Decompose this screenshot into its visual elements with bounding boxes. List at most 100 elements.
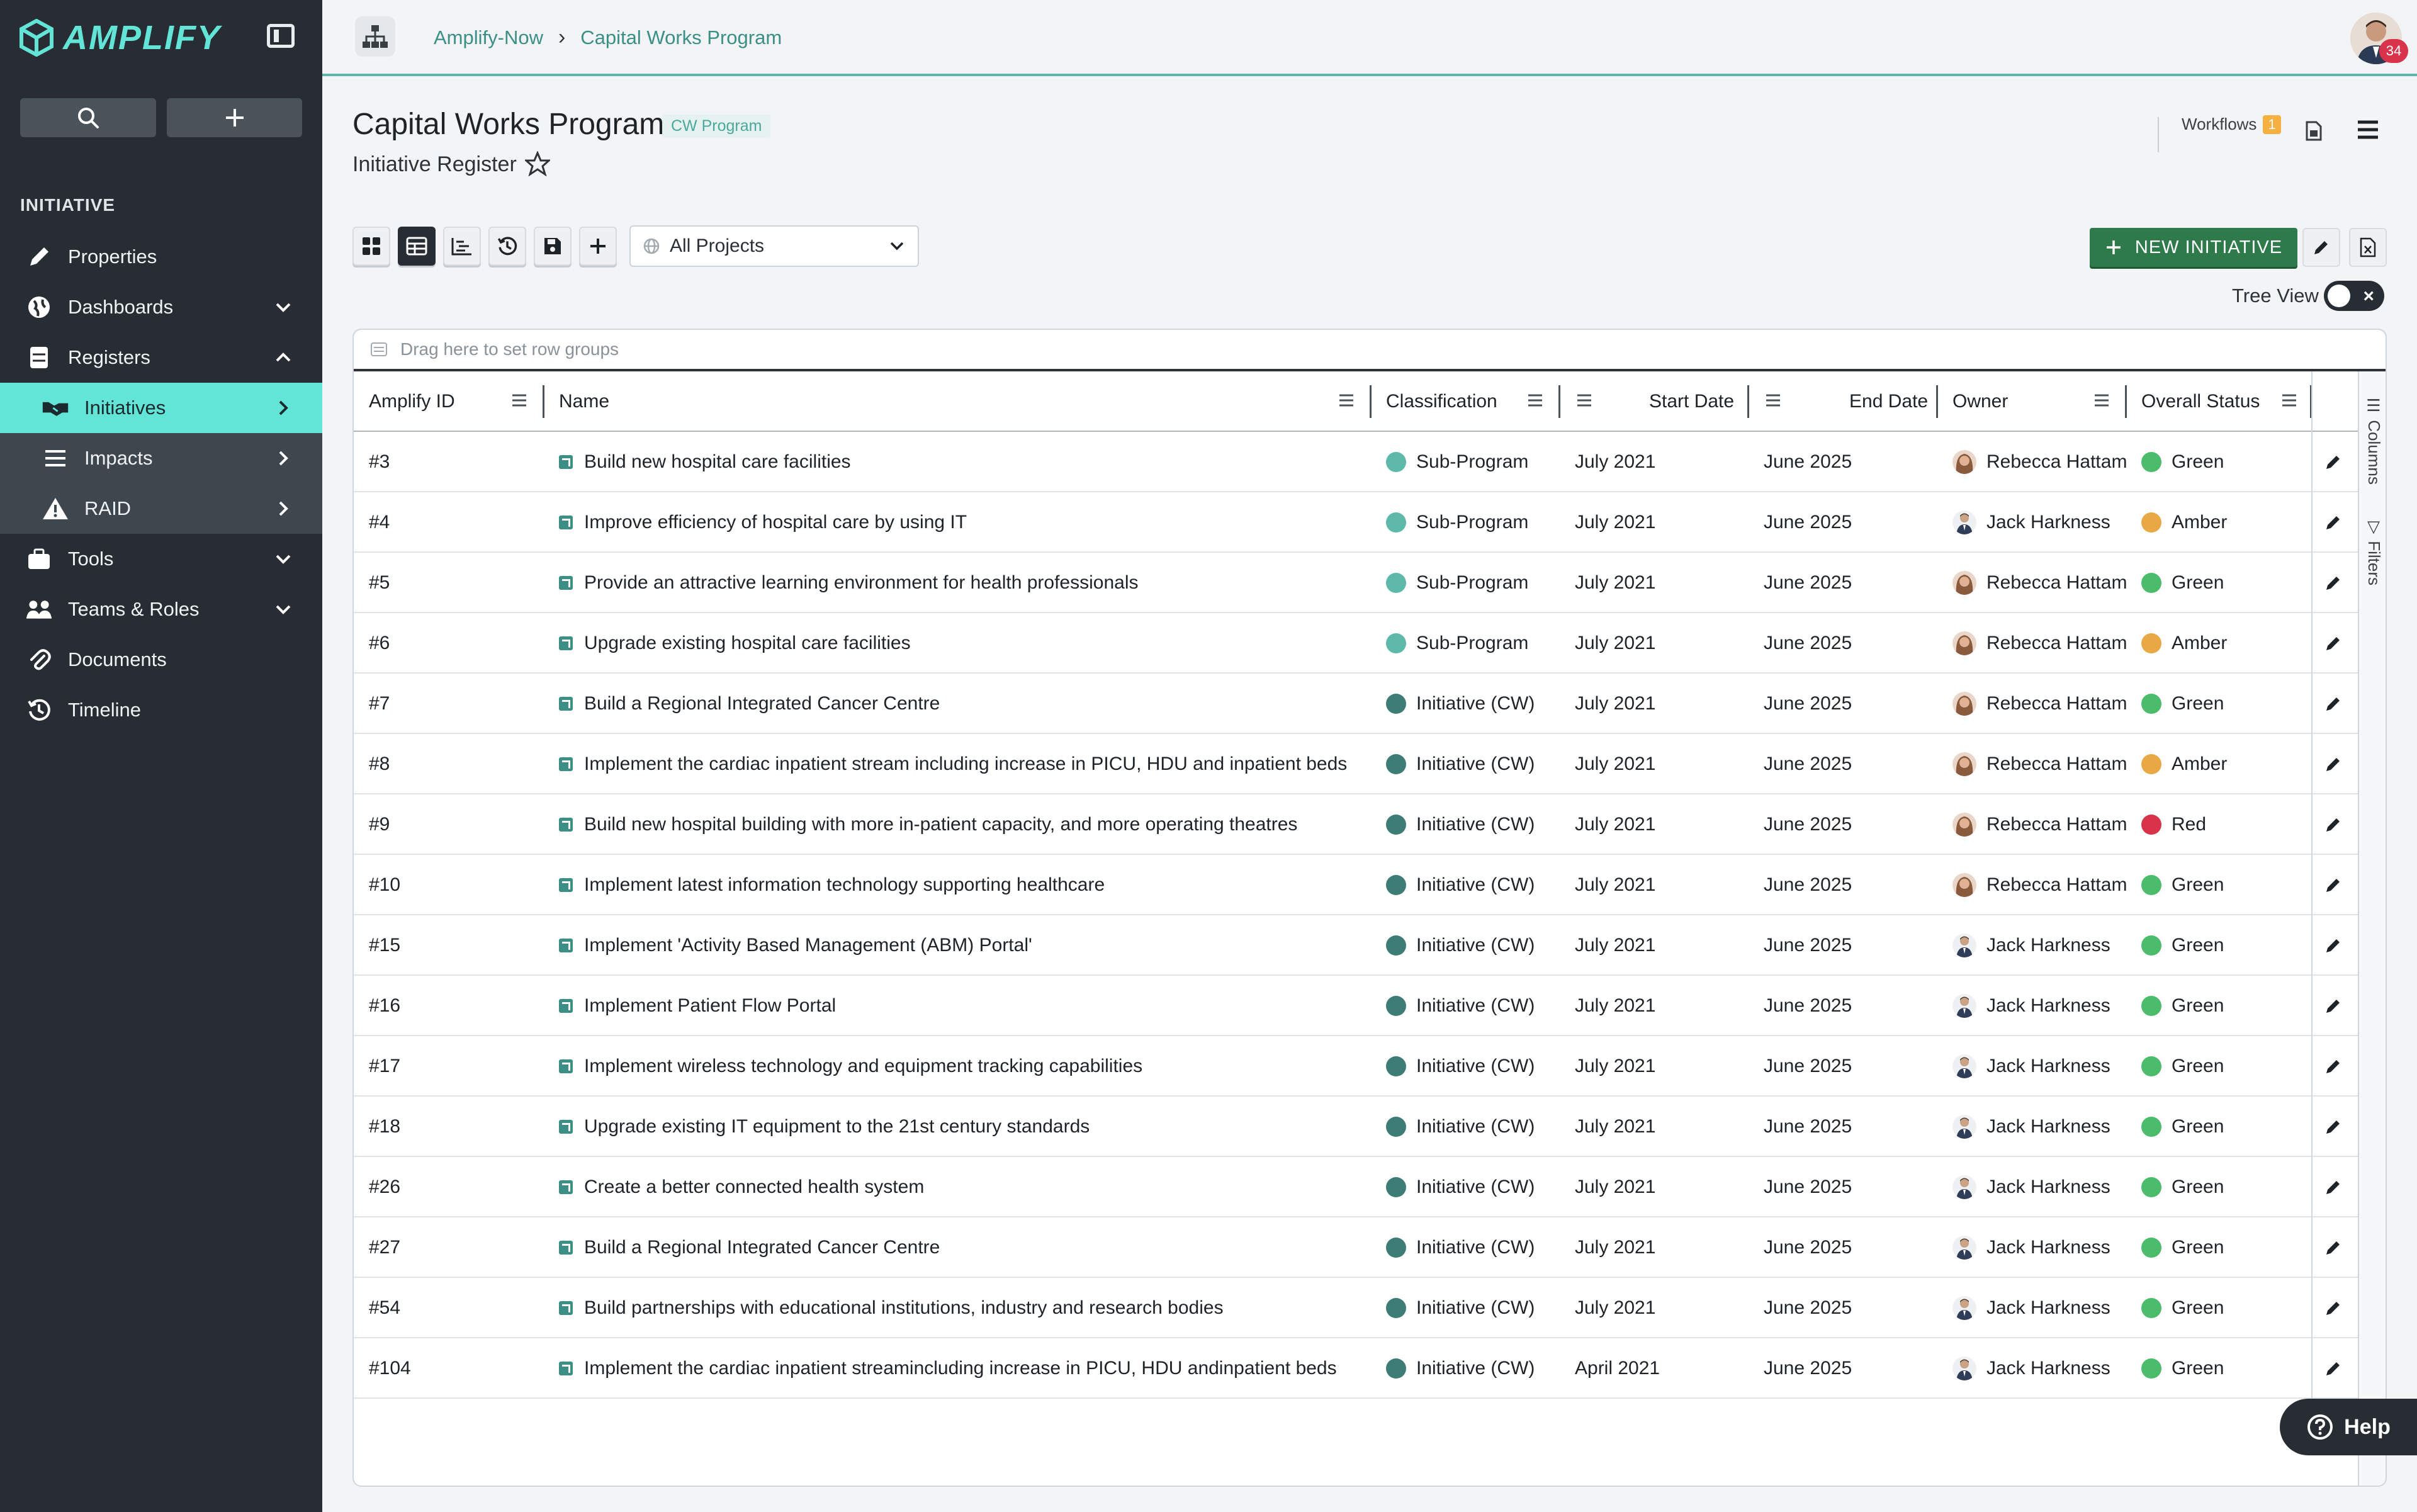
app-logo[interactable]: AMPLIFY: [19, 18, 221, 58]
sidebar-item-teams-roles[interactable]: Teams & Roles: [0, 584, 322, 635]
link-icon[interactable]: [559, 576, 573, 590]
chevron-down-icon[interactable]: [272, 548, 295, 570]
sidebar-item-dashboards[interactable]: Dashboards: [0, 282, 322, 332]
row-edit-button[interactable]: [2324, 432, 2343, 492]
row-edit-button[interactable]: [2324, 1097, 2343, 1157]
cell-name[interactable]: Upgrade existing hospital care facilitie…: [559, 613, 911, 674]
sidebar-collapse-icon[interactable]: [267, 24, 295, 48]
chevron-down-icon[interactable]: [272, 296, 295, 319]
column-menu-icon[interactable]: [1576, 393, 1592, 408]
column-header-owner[interactable]: Owner: [1952, 371, 2008, 432]
link-icon[interactable]: [559, 1120, 573, 1134]
filters-side-tab[interactable]: ▽ Filters: [2364, 517, 2384, 585]
table-row[interactable]: #54 Build partnerships with educational i…: [354, 1278, 2358, 1338]
column-header-overall-status[interactable]: Overall Status: [2141, 371, 2260, 432]
history-button[interactable]: [488, 227, 526, 266]
bulk-edit-button[interactable]: [2302, 228, 2340, 267]
table-row[interactable]: #5 Provide an attractive learning environ…: [354, 553, 2358, 613]
chevron-right-icon[interactable]: [272, 397, 295, 419]
sidebar-item-properties[interactable]: Properties: [0, 232, 322, 282]
row-group-drop-zone[interactable]: Drag here to set row groups: [354, 330, 2386, 371]
column-separator[interactable]: [1370, 385, 1372, 418]
save-view-button[interactable]: [534, 227, 572, 266]
column-separator[interactable]: [2125, 385, 2127, 418]
row-edit-button[interactable]: [2324, 734, 2343, 794]
row-edit-button[interactable]: [2324, 976, 2343, 1036]
link-icon[interactable]: [559, 878, 573, 892]
link-icon[interactable]: [559, 636, 573, 650]
workflows-button[interactable]: Workflows 1: [2182, 115, 2281, 134]
row-edit-button[interactable]: [2324, 613, 2343, 674]
sidebar-item-impacts[interactable]: Impacts: [0, 433, 322, 483]
cell-name[interactable]: Build a Regional Integrated Cancer Centr…: [559, 674, 940, 734]
link-icon[interactable]: [559, 1362, 573, 1375]
cell-name[interactable]: Implement 'Activity Based Management (AB…: [559, 915, 1032, 976]
link-icon[interactable]: [559, 1241, 573, 1255]
sidebar-add-button[interactable]: [167, 98, 302, 137]
link-icon[interactable]: [559, 516, 573, 529]
cell-name[interactable]: Improve efficiency of hospital care by u…: [559, 492, 967, 553]
sidebar-item-documents[interactable]: Documents: [0, 635, 322, 685]
link-icon[interactable]: [559, 697, 573, 711]
table-row[interactable]: #16 Implement Patient Flow Portal Initiati…: [354, 976, 2358, 1036]
sidebar-item-registers[interactable]: Registers: [0, 332, 322, 383]
column-header-end-date[interactable]: End Date: [1849, 371, 1928, 432]
row-edit-button[interactable]: [2324, 1157, 2343, 1217]
hamburger-menu-icon[interactable]: [2355, 118, 2380, 141]
link-icon[interactable]: [559, 1180, 573, 1194]
breadcrumb-item-current[interactable]: Capital Works Program: [580, 26, 782, 49]
breadcrumb-item-amplify-now[interactable]: Amplify-Now: [434, 26, 543, 49]
column-separator[interactable]: [1747, 385, 1749, 418]
sidebar-item-tools[interactable]: Tools: [0, 534, 322, 584]
sidebar-search-button[interactable]: [20, 98, 156, 137]
row-edit-button[interactable]: [2324, 553, 2343, 613]
link-icon[interactable]: [559, 757, 573, 771]
new-initiative-button[interactable]: NEW INITIATIVE: [2090, 228, 2297, 267]
link-icon[interactable]: [559, 1301, 573, 1315]
table-row[interactable]: #9 Build new hospital building with more …: [354, 794, 2358, 855]
column-separator[interactable]: [1936, 385, 1938, 418]
link-icon[interactable]: [559, 1059, 573, 1073]
table-row[interactable]: #6 Upgrade existing hospital care facilit…: [354, 613, 2358, 674]
sidebar-item-raid[interactable]: RAID: [0, 483, 322, 534]
cell-name[interactable]: Create a better connected health system: [559, 1157, 924, 1217]
row-edit-button[interactable]: [2324, 1217, 2343, 1278]
row-edit-button[interactable]: [2324, 1338, 2343, 1399]
row-edit-button[interactable]: [2324, 1278, 2343, 1338]
table-row[interactable]: #104 Implement the cardiac inpatient stre…: [354, 1338, 2358, 1399]
sidebar-item-timeline[interactable]: Timeline: [0, 685, 322, 735]
link-icon[interactable]: [559, 818, 573, 832]
card-view-button[interactable]: [352, 227, 390, 266]
column-menu-icon[interactable]: [1527, 393, 1543, 408]
cell-name[interactable]: Build new hospital building with more in…: [559, 794, 1297, 855]
row-edit-button[interactable]: [2324, 915, 2343, 976]
table-row[interactable]: #17 Implement wireless technology and equ…: [354, 1036, 2358, 1097]
row-edit-button[interactable]: [2324, 794, 2343, 855]
cell-name[interactable]: Build new hospital care facilities: [559, 432, 851, 492]
cell-name[interactable]: Provide an attractive learning environme…: [559, 553, 1139, 613]
cell-name[interactable]: Implement wireless technology and equipm…: [559, 1036, 1142, 1097]
column-header-name[interactable]: Name: [559, 371, 609, 432]
cell-name[interactable]: Implement the cardiac inpatient stream i…: [559, 734, 1347, 794]
row-edit-button[interactable]: [2324, 674, 2343, 734]
table-row[interactable]: #10 Implement latest information technolo…: [354, 855, 2358, 915]
row-edit-button[interactable]: [2324, 1036, 2343, 1097]
cell-name[interactable]: Implement the cardiac inpatient streamin…: [559, 1338, 1337, 1399]
project-filter-select[interactable]: All Projects: [629, 225, 919, 267]
table-row[interactable]: #18 Upgrade existing IT equipment to the …: [354, 1097, 2358, 1157]
column-menu-icon[interactable]: [1338, 393, 1355, 408]
link-icon[interactable]: [559, 455, 573, 469]
column-header-amplify-id[interactable]: Amplify ID: [369, 371, 455, 432]
table-row[interactable]: #26 Create a better connected health syst…: [354, 1157, 2358, 1217]
hierarchy-icon[interactable]: [355, 16, 395, 57]
cell-name[interactable]: Build a Regional Integrated Cancer Centr…: [559, 1217, 940, 1278]
column-menu-icon[interactable]: [2281, 393, 2297, 408]
columns-side-tab[interactable]: ☰ Columns: [2364, 397, 2384, 485]
chevron-up-icon[interactable]: [272, 346, 295, 369]
column-menu-icon[interactable]: [2093, 393, 2110, 408]
table-row[interactable]: #7 Build a Regional Integrated Cancer Cen…: [354, 674, 2358, 734]
star-icon[interactable]: [525, 151, 550, 176]
column-separator[interactable]: [1558, 385, 1560, 418]
cell-name[interactable]: Upgrade existing IT equipment to the 21s…: [559, 1097, 1090, 1157]
row-edit-button[interactable]: [2324, 855, 2343, 915]
